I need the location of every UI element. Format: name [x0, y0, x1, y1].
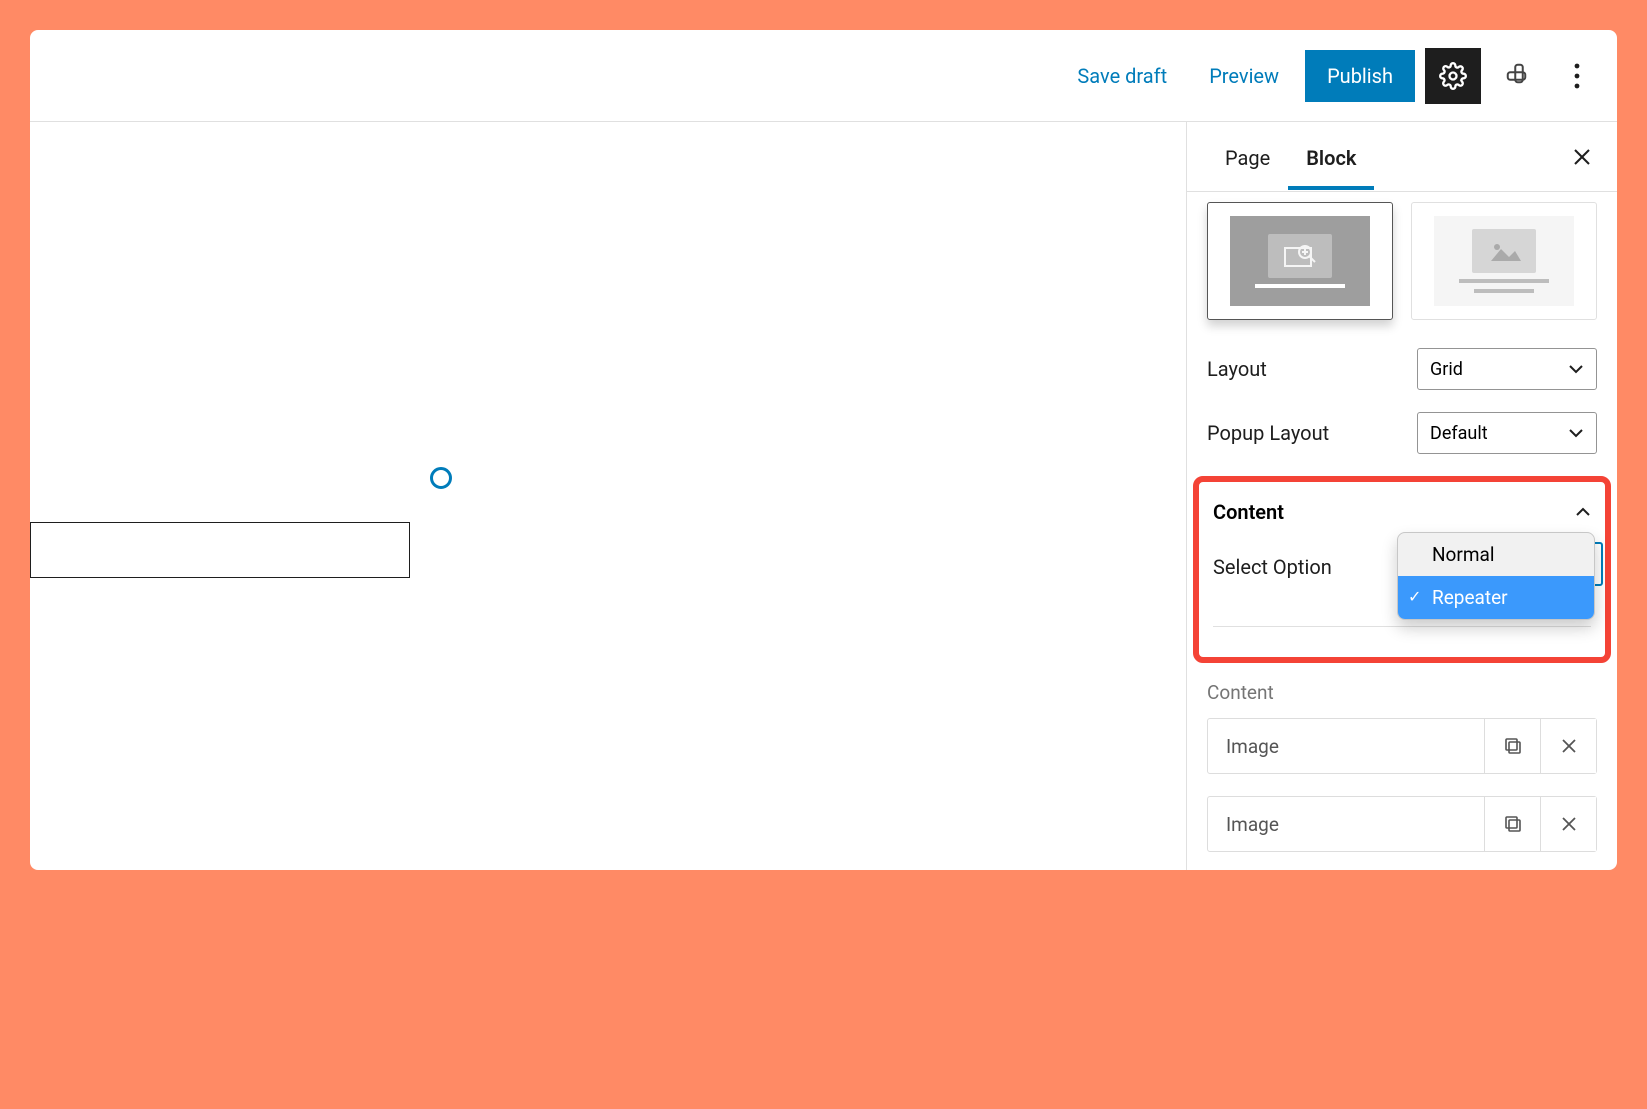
content-section-toggle[interactable] — [1575, 507, 1591, 517]
content-list-label: Content — [1207, 681, 1597, 704]
image-zoom-icon — [1283, 242, 1317, 270]
repeater-item-label[interactable]: Image — [1208, 719, 1484, 773]
dropdown-option-repeater[interactable]: ✓ Repeater — [1398, 576, 1594, 619]
layout-label: Layout — [1207, 357, 1267, 381]
repeater-duplicate-button[interactable] — [1484, 719, 1540, 773]
style-thumbnail-plain[interactable] — [1411, 202, 1597, 320]
chevron-down-icon — [1568, 364, 1584, 374]
copy-icon — [1503, 814, 1523, 834]
dropdown-option-label: Repeater — [1432, 586, 1508, 609]
content-section-highlight: Content Select Option Normal — [1193, 476, 1611, 663]
settings-sidebar: Page Block — [1187, 122, 1617, 870]
repeater-remove-button[interactable] — [1540, 797, 1596, 851]
sidebar-tabs: Page Block — [1187, 122, 1617, 192]
close-icon — [1561, 738, 1577, 754]
layout-field-row: Layout Grid — [1207, 348, 1597, 390]
select-option-dropdown: Normal ✓ Repeater — [1397, 532, 1595, 620]
save-draft-button[interactable]: Save draft — [1061, 54, 1183, 98]
tab-block[interactable]: Block — [1288, 124, 1374, 190]
settings-button[interactable] — [1425, 48, 1481, 104]
plugin-panel-button[interactable] — [1491, 48, 1547, 104]
popup-layout-field-row: Popup Layout Default — [1207, 412, 1597, 454]
editor-window: Save draft Preview Publish Page Block — [30, 30, 1617, 870]
layout-select-value: Grid — [1430, 359, 1463, 380]
layout-select[interactable]: Grid — [1417, 348, 1597, 390]
repeater-item: Image — [1207, 796, 1597, 852]
section-divider — [1213, 626, 1591, 627]
more-options-button[interactable] — [1557, 48, 1597, 104]
editor-body: Page Block — [30, 122, 1617, 870]
more-vertical-icon — [1574, 63, 1580, 89]
copy-icon — [1503, 736, 1523, 756]
repeater-item: Image — [1207, 718, 1597, 774]
dropdown-option-label: Normal — [1432, 543, 1494, 566]
publish-button[interactable]: Publish — [1305, 50, 1415, 102]
popup-layout-select-value: Default — [1430, 423, 1488, 444]
popup-layout-select[interactable]: Default — [1417, 412, 1597, 454]
style-thumbnails-row — [1207, 202, 1597, 320]
repeater-duplicate-button[interactable] — [1484, 797, 1540, 851]
dropdown-option-normal[interactable]: Normal — [1398, 533, 1594, 576]
chevron-down-icon — [1568, 428, 1584, 438]
content-section-header[interactable]: Content — [1213, 500, 1591, 524]
block-settings-panel: Layout Grid Popup Layout Default — [1187, 192, 1617, 870]
popup-layout-label: Popup Layout — [1207, 421, 1329, 445]
top-toolbar: Save draft Preview Publish — [30, 30, 1617, 122]
style-thumbnail-lightbox[interactable] — [1207, 202, 1393, 320]
repeater-remove-button[interactable] — [1540, 719, 1596, 773]
plugin-icon — [1504, 61, 1534, 91]
close-icon — [1561, 816, 1577, 832]
loading-spinner-icon — [430, 467, 452, 489]
content-section-title: Content — [1213, 500, 1284, 524]
gear-icon — [1439, 62, 1467, 90]
empty-block-placeholder[interactable] — [30, 522, 410, 578]
editor-canvas[interactable] — [30, 122, 1187, 870]
tab-page[interactable]: Page — [1207, 124, 1288, 190]
close-icon — [1573, 148, 1591, 166]
image-placeholder-icon — [1487, 239, 1521, 263]
chevron-up-icon — [1575, 507, 1591, 517]
select-option-label: Select Option — [1213, 555, 1332, 579]
repeater-item-label[interactable]: Image — [1208, 797, 1484, 851]
close-sidebar-button[interactable] — [1567, 142, 1597, 172]
preview-button[interactable]: Preview — [1193, 54, 1295, 98]
check-icon: ✓ — [1408, 587, 1421, 606]
